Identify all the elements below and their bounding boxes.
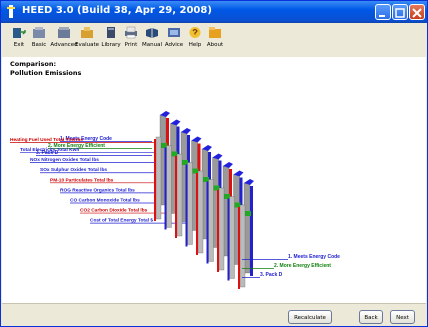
bar-band <box>224 194 230 199</box>
bar-band <box>171 151 178 157</box>
app-icon <box>7 5 15 18</box>
bar-front <box>197 170 204 254</box>
bar-band <box>182 160 188 165</box>
minimize-button[interactable] <box>375 4 391 20</box>
close-button[interactable] <box>409 4 425 20</box>
toolbar-exit[interactable]: Exit <box>8 25 30 55</box>
category-label: CO Carbon Monoxide Total lbs <box>70 197 140 203</box>
manual-icon <box>146 28 158 38</box>
recalculate-button[interactable]: Recalculate <box>288 310 332 324</box>
help-icon <box>189 27 201 38</box>
toolbar-evaluate[interactable]: Evaluate <box>75 25 99 55</box>
bar-front <box>239 204 246 288</box>
bar-front <box>166 145 172 228</box>
bar-band <box>203 177 209 182</box>
bar-front-side <box>196 173 198 255</box>
back-button[interactable]: Back <box>359 310 383 324</box>
bar-band <box>213 185 220 191</box>
category-label: Cost of Total Energy Total $ <box>90 218 153 224</box>
legend-label-right: 1. Meets Energy Code <box>288 254 340 260</box>
bar-side <box>250 186 253 276</box>
toolbar-library[interactable]: Library <box>100 25 122 55</box>
bar-band <box>245 211 251 216</box>
toolbar-help[interactable]: Help <box>184 25 206 55</box>
toolbar-manual[interactable]: Manual <box>141 25 163 55</box>
category-label: NOx Nitrogen Oxides Total lbs <box>30 157 99 163</box>
divider <box>2 303 426 304</box>
advanced-icon <box>58 27 70 38</box>
next-button[interactable]: Next <box>390 310 415 324</box>
bar-band <box>192 168 199 174</box>
bar-band <box>161 143 167 148</box>
category-label: Total Electricity Total Kwh <box>20 147 79 153</box>
bar-front-side <box>175 156 177 238</box>
bar-front <box>218 187 225 271</box>
bar-front-side <box>217 190 219 272</box>
bar-front-side <box>238 207 240 289</box>
advice-icon <box>168 28 180 37</box>
window-title: HEED 3.0 (Build 38, Apr 29, 2008) <box>22 5 212 16</box>
toolbar-about[interactable]: About <box>204 25 226 55</box>
exit-icon <box>13 28 26 38</box>
toolbar-label: About <box>206 42 224 48</box>
about-icon <box>209 27 221 38</box>
category-label: CO2 Carbon Dioxide Total lbs <box>80 208 148 214</box>
title-bar[interactable]: HEED 3.0 (Build 38, Apr 29, 2008) <box>1 1 427 23</box>
legend-label-right: 3. Pack D <box>260 272 283 278</box>
bar-front <box>155 136 162 220</box>
chart-panel: Comparison: Pollution Emissions 1. Meets… <box>2 57 426 303</box>
category-label: ROG Reactive Organics Total lbs <box>60 187 135 193</box>
bar-front-side <box>164 147 167 230</box>
minimize-icon <box>379 15 385 17</box>
toolbar-basic[interactable]: Basic <box>28 25 50 55</box>
app-window: HEED 3.0 (Build 38, Apr 29, 2008) Exit B… <box>0 0 428 327</box>
category-label: SOx Sulphur Oxides Total lbs <box>40 167 107 173</box>
bar-front-side <box>185 164 188 247</box>
basic-icon <box>33 27 45 38</box>
category-label: Heating Fuel Used Total Therms <box>10 137 83 143</box>
bar-front-side <box>227 198 230 281</box>
close-icon <box>412 8 422 18</box>
category-label: PM-10 Particulates Total lbs <box>50 177 114 183</box>
evaluate-icon <box>81 27 93 38</box>
toolbar-print[interactable]: Print <box>120 25 142 55</box>
legend-label-right: 2. More Energy Efficient <box>274 263 331 269</box>
bar-band <box>234 202 241 208</box>
maximize-button[interactable] <box>392 4 408 20</box>
bar-front-side <box>206 181 209 264</box>
bar-front <box>208 179 214 262</box>
print-icon <box>125 26 137 39</box>
emissions-3d-chart: 1. Meets Energy Code 2. More Energy Effic… <box>10 111 340 289</box>
bar-front <box>229 196 235 279</box>
toolbar: Exit Basic Advanced Evaluate Library Pri… <box>2 23 426 57</box>
bar-front <box>176 153 183 237</box>
toolbar-advice[interactable]: Advice <box>163 25 185 55</box>
maximize-icon <box>395 8 405 18</box>
toolbar-advanced[interactable]: Advanced <box>50 25 78 55</box>
bar-front <box>187 162 193 245</box>
bar-front-side <box>154 139 156 221</box>
library-icon <box>107 27 115 38</box>
